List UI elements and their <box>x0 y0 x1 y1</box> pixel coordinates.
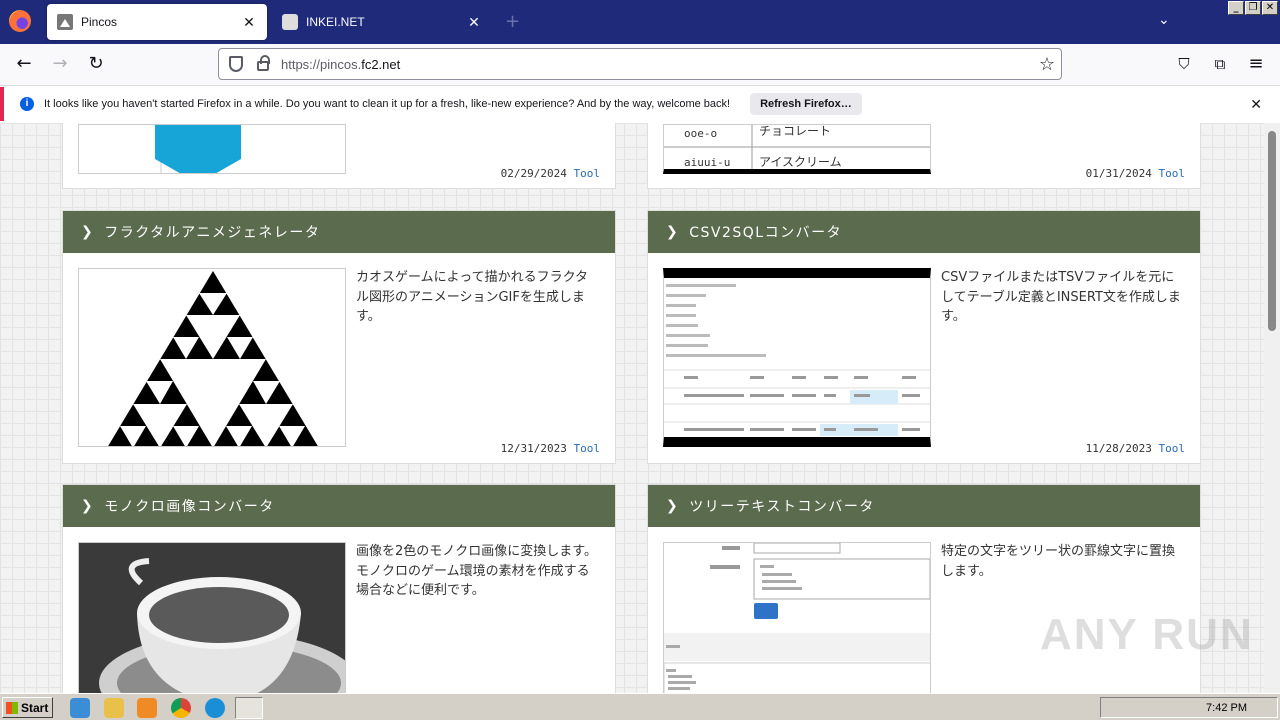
card-fractal-anime: ❯ フラクタルアニメジェネレータ カオスゲームによって描かれるフラクタル図形のア… <box>62 210 616 464</box>
notification-bar: i It looks like you haven't started Fire… <box>0 87 1280 121</box>
card-description: CSVファイルまたはTSVファイルを元にしてテーブル定義とINSERT文を作成し… <box>941 270 1181 324</box>
thumbnail-table: ooe-o チョコレート aiuui-u アイスクリーム <box>664 125 930 169</box>
sierpinski-image <box>108 271 318 446</box>
chevron-right-icon: ❯ <box>666 224 680 240</box>
reload-icon[interactable]: ↻ <box>84 53 108 77</box>
anyrun-watermark: ANY RUN <box>1040 610 1254 659</box>
new-tab-icon[interactable]: + <box>505 11 520 32</box>
card-title-bar[interactable]: ❯ モノクロ画像コンバータ <box>63 485 615 527</box>
nav-bar: ← → ↻ https://pincos.fc2.net ☆ ⛉ ⧉ ≡ <box>0 44 1280 86</box>
card-date: 01/31/2024 Tool <box>1085 167 1186 180</box>
card-title-bar[interactable]: ❯ ツリーテキストコンバータ <box>648 485 1200 527</box>
close-icon[interactable]: ✕ <box>1250 96 1262 113</box>
card-title: CSV2SQLコンバータ <box>689 225 843 241</box>
restore-icon[interactable]: ❐ <box>1245 1 1261 15</box>
card-title: ツリーテキストコンバータ <box>689 499 875 515</box>
info-icon: i <box>20 97 34 111</box>
tool-link[interactable]: Tool <box>1159 167 1186 180</box>
forward-icon[interactable]: → <box>48 53 72 77</box>
card-description: 特定の文字をツリー状の罫線文字に置換します。 <box>941 544 1176 579</box>
tool-link[interactable]: Tool <box>574 167 601 180</box>
card-thumbnail[interactable]: ooe-o チョコレート aiuui-u アイスクリーム <box>663 124 931 174</box>
card-thumbnail[interactable] <box>663 542 931 693</box>
chevron-right-icon: ❯ <box>81 498 95 514</box>
taskbar: Start 7:42 PM <box>0 693 1280 720</box>
card-title: フラクタルアニメジェネレータ <box>104 225 321 241</box>
card-description: 画像を2色のモノクロ画像に変換します。 モノクロのゲーム環境の素材を作成する場合… <box>356 544 597 598</box>
csv-table-preview <box>664 284 930 436</box>
url-bar[interactable]: https://pincos.fc2.net ☆ <box>218 48 1062 80</box>
window-controls: _ ❐ ✕ <box>1228 1 1278 15</box>
system-tray: 7:42 PM <box>1100 697 1278 718</box>
browser-window: Pincos ✕ INKEI.NET ✕ + ⌄ _ ❐ ✕ ← → ↻ htt… <box>0 0 1280 720</box>
card-partial: ooe-o チョコレート aiuui-u アイスクリーム 01/31/2024 … <box>647 123 1201 189</box>
card-tree-text: ❯ ツリーテキストコンバータ 特定の文字をツリー状の罫線文字に置換します。 <box>647 484 1201 693</box>
tab-inkei[interactable]: INKEI.NET ✕ <box>272 4 492 40</box>
card-thumbnail[interactable] <box>78 542 346 693</box>
scrollbar-thumb[interactable] <box>1268 131 1276 331</box>
tab-close-icon[interactable]: ✕ <box>241 14 257 31</box>
card-date: 02/29/2024 Tool <box>500 167 601 180</box>
card-thumbnail[interactable] <box>78 124 346 174</box>
card-thumbnail[interactable] <box>663 268 931 447</box>
close-window-icon[interactable]: ✕ <box>1262 1 1278 15</box>
folder-icon[interactable] <box>104 698 124 718</box>
card-description: カオスゲームによって描かれるフラクタル図形のアニメーションGIFを生成します。 <box>356 270 589 324</box>
bookmark-star-icon[interactable]: ☆ <box>1039 54 1055 75</box>
card-title-bar[interactable]: ❯ フラクタルアニメジェネレータ <box>63 211 615 253</box>
tool-link[interactable]: Tool <box>1159 442 1186 455</box>
pincos-favicon-icon <box>57 14 73 30</box>
inkei-favicon-icon <box>282 14 298 30</box>
table-cell: aiuui-u <box>684 156 730 169</box>
back-icon[interactable]: ← <box>12 53 36 77</box>
media-player-icon[interactable] <box>137 698 157 718</box>
card-title-bar[interactable]: ❯ CSV2SQLコンバータ <box>648 211 1200 253</box>
chevron-right-icon: ❯ <box>81 224 95 240</box>
table-cell: ooe-o <box>684 127 717 140</box>
notification-message: It looks like you haven't started Firefo… <box>44 98 731 110</box>
chrome-icon[interactable] <box>171 698 191 718</box>
pocket-icon[interactable]: ⛉ <box>1172 53 1196 77</box>
card-csv2sql: ❯ CSV2SQLコンバータ CSVファイルまたはTSVファイルを元にしてテーブル… <box>647 210 1201 464</box>
chevron-right-icon: ❯ <box>666 498 680 514</box>
shield-icon[interactable] <box>229 56 243 72</box>
tab-title: Pincos <box>81 15 118 29</box>
card-date: 12/31/2023 Tool <box>500 442 601 455</box>
refresh-firefox-button[interactable]: Refresh Firefox… <box>750 93 862 115</box>
tree-tool-preview <box>664 543 930 693</box>
url-text[interactable]: https://pincos.fc2.net <box>281 57 400 72</box>
tab-pincos[interactable]: Pincos ✕ <box>47 4 267 40</box>
start-button[interactable]: Start <box>2 697 53 718</box>
extensions-icon[interactable]: ⧉ <box>1208 53 1232 77</box>
firefox-taskbar-button[interactable] <box>235 697 263 719</box>
edge-icon[interactable] <box>205 698 225 718</box>
tab-strip: Pincos ✕ INKEI.NET ✕ + ⌄ _ ❐ ✕ <box>0 0 1280 44</box>
hamburger-menu-icon[interactable]: ≡ <box>1244 53 1268 77</box>
ie-icon[interactable] <box>70 698 90 718</box>
thumbnail-graphic <box>155 125 241 173</box>
card-monochrome: ❯ モノクロ画像コンバータ 画像を2色のモノクロ画像に変換します。 モノクロのゲー… <box>62 484 616 693</box>
card-title: モノクロ画像コンバータ <box>104 499 275 515</box>
teacup-image <box>79 543 345 693</box>
table-cell: アイスクリーム <box>759 155 842 169</box>
firefox-menu-icon[interactable] <box>9 10 31 32</box>
vertical-scrollbar[interactable] <box>1264 123 1280 693</box>
card-date: 11/28/2023 Tool <box>1085 442 1186 455</box>
card-thumbnail[interactable] <box>78 268 346 447</box>
card-partial: 02/29/2024 Tool <box>62 123 616 189</box>
tab-title: INKEI.NET <box>306 15 365 29</box>
tab-close-icon[interactable]: ✕ <box>466 14 482 31</box>
tool-link[interactable]: Tool <box>574 442 601 455</box>
lock-icon[interactable] <box>257 55 270 71</box>
chevron-down-icon[interactable]: ⌄ <box>1158 12 1170 28</box>
clock[interactable]: 7:42 PM <box>1206 702 1247 714</box>
table-cell: チョコレート <box>759 125 831 138</box>
page-content: 02/29/2024 Tool ooe-o チョコレート aiuui-u アイス… <box>0 123 1264 693</box>
windows-logo-icon <box>6 701 18 714</box>
minimize-icon[interactable]: _ <box>1228 1 1244 15</box>
